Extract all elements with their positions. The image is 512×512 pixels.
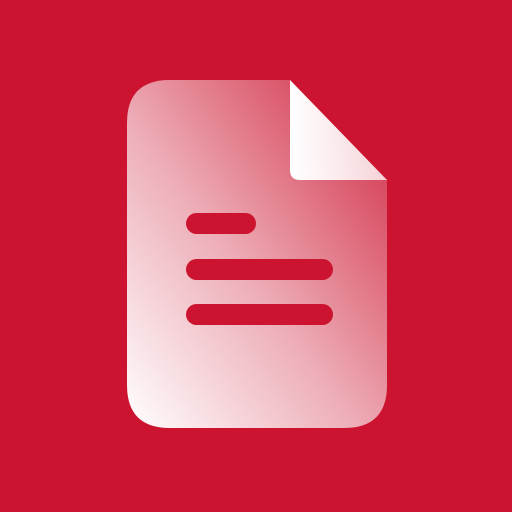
- text-line: [186, 304, 333, 325]
- document-icon: [127, 80, 387, 428]
- text-line-short: [186, 213, 256, 234]
- text-line: [186, 259, 333, 280]
- page-fold-corner: [290, 80, 387, 180]
- document-page: [127, 80, 387, 428]
- app-icon-canvas: [0, 0, 512, 512]
